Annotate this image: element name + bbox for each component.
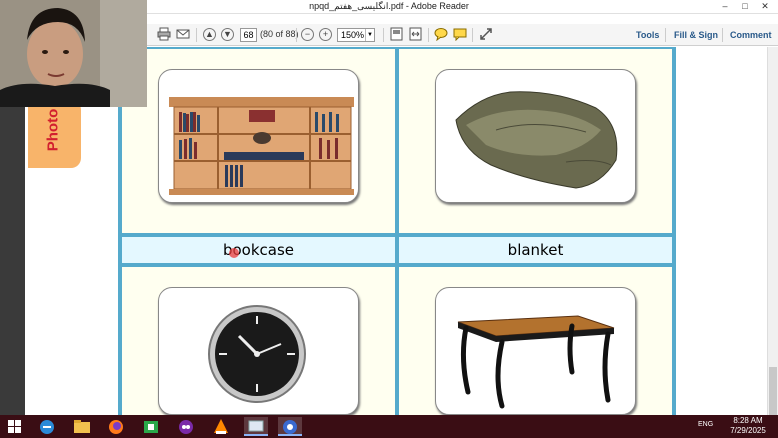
maximize-button[interactable]: □: [735, 0, 755, 13]
chevron-down-icon[interactable]: ▼: [365, 29, 374, 41]
language-indicator[interactable]: ENG: [698, 421, 713, 428]
firefox-icon[interactable]: [104, 417, 128, 436]
file-explorer-icon[interactable]: [70, 417, 94, 436]
scrollbar-thumb[interactable]: [769, 367, 777, 417]
edge-icon[interactable]: [35, 417, 59, 436]
webcam-overlay: [0, 0, 147, 107]
word-label: bookcase: [120, 235, 397, 265]
wall-clock-picture: [158, 287, 359, 415]
clock-time: 8:28 AM: [733, 416, 763, 425]
comment-link[interactable]: Comment: [730, 30, 772, 40]
toolbar-separator: [472, 28, 473, 42]
page-number-input[interactable]: 68: [240, 28, 257, 42]
cursor-highlight: [229, 248, 239, 258]
word-label: blanket: [397, 235, 674, 265]
windows-start-icon[interactable]: [3, 417, 27, 436]
app-icon[interactable]: [174, 417, 198, 436]
toolbar-separator: [428, 28, 429, 42]
vertical-scrollbar[interactable]: [767, 47, 778, 417]
email-icon[interactable]: [175, 27, 191, 42]
table-picture: [435, 287, 636, 415]
comment-bubble-icon[interactable]: [433, 27, 449, 42]
toolbar-separator: [196, 28, 197, 42]
photo-tab-label: Photo: [44, 108, 62, 152]
windows-taskbar: ENG 8:28 AM 7/29/2025: [0, 415, 778, 438]
previous-page-icon[interactable]: ▲: [203, 28, 216, 41]
fill-sign-link[interactable]: Fill & Sign: [674, 30, 718, 40]
photo-side-tab: Photo: [28, 100, 81, 168]
zoom-value: 150%: [341, 30, 365, 40]
clock-date: 7/29/2025: [730, 426, 766, 435]
expand-icon[interactable]: [478, 27, 494, 42]
fit-page-icon[interactable]: [388, 27, 404, 42]
next-page-icon[interactable]: ▼: [221, 28, 234, 41]
toolbar-separator: [296, 28, 297, 42]
fit-width-icon[interactable]: [407, 27, 423, 42]
pdf-page: bookcase blanket: [118, 47, 676, 425]
system-clock[interactable]: 8:28 AM 7/29/2025: [728, 416, 768, 436]
store-icon[interactable]: [139, 417, 163, 436]
highlight-icon[interactable]: [452, 27, 468, 42]
bookcase-picture: [158, 69, 359, 203]
print-icon[interactable]: [156, 27, 172, 42]
blanket-picture: [435, 69, 636, 203]
page-count: (80 of 88): [260, 29, 299, 39]
minimize-button[interactable]: –: [715, 0, 735, 13]
recorder-icon[interactable]: [278, 417, 302, 436]
zoom-select[interactable]: 150% ▼: [337, 28, 375, 42]
toolbar-separator: [665, 28, 666, 42]
vlc-icon[interactable]: [209, 417, 233, 436]
zoom-in-icon[interactable]: +: [319, 28, 332, 41]
screen-app-icon[interactable]: [244, 417, 268, 436]
tools-link[interactable]: Tools: [636, 30, 659, 40]
toolbar-separator: [383, 28, 384, 42]
close-button[interactable]: ✕: [755, 0, 775, 13]
toolbar-separator: [722, 28, 723, 42]
zoom-out-icon[interactable]: −: [301, 28, 314, 41]
